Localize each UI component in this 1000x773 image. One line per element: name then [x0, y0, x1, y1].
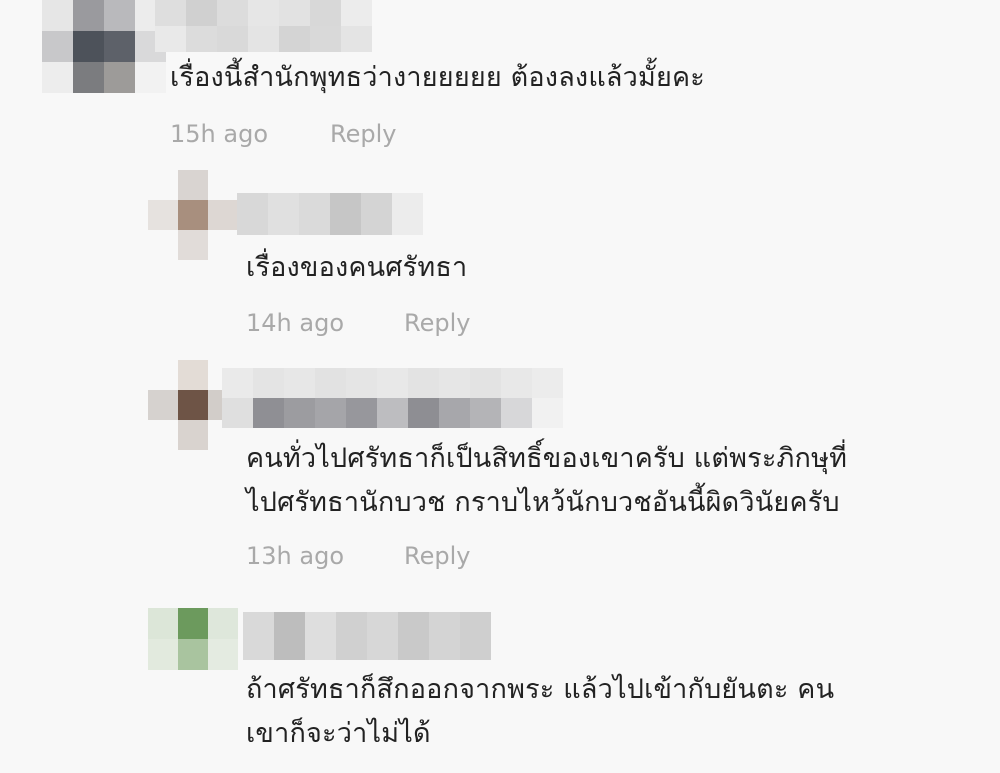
- comment-timestamp: 13h ago: [246, 542, 345, 570]
- comment-1: เรื่องนี้สำนักพุทธว่างายยยยย ต้องลงแล้วม…: [0, 0, 1000, 160]
- username-redacted[interactable]: [155, 0, 372, 52]
- avatar[interactable]: [148, 608, 238, 670]
- reply-button[interactable]: Reply: [330, 120, 396, 148]
- comment-timestamp: 14h ago: [246, 309, 345, 337]
- comment-text: เรื่องนี้สำนักพุทธว่างายยยยย ต้องลงแล้วม…: [170, 62, 706, 93]
- username-redacted[interactable]: [237, 193, 423, 235]
- comment-3: คนทั่วไปศรัทธาก็เป็นสิทธิ์ของเขาครับ แต่…: [0, 355, 1000, 590]
- username-redacted[interactable]: [243, 612, 491, 660]
- comment-text-line-2: ไปศรัทธานักบวช กราบไหว้นักบวชอันนี้ผิดวิ…: [246, 487, 840, 518]
- comment-text-line-1: คนทั่วไปศรัทธาก็เป็นสิทธิ์ของเขาครับ แต่…: [246, 443, 848, 474]
- comment-timestamp: 15h ago: [170, 120, 269, 148]
- reply-button[interactable]: Reply: [404, 542, 470, 570]
- avatar[interactable]: [148, 170, 238, 260]
- avatar[interactable]: [42, 0, 166, 93]
- comment-text-line-1: ถ้าศรัทธาก็สึกออกจากพระ แล้วไปเข้ากับยัน…: [246, 674, 835, 705]
- username-redacted[interactable]: [222, 368, 563, 428]
- reply-button[interactable]: Reply: [404, 309, 470, 337]
- comment-text-line-2: เขาก็จะว่าไม่ได้: [246, 718, 431, 749]
- comment-2: เรื่องของคนศรัทธา 14h ago Reply: [0, 160, 1000, 345]
- comment-text: เรื่องของคนศรัทธา: [246, 252, 468, 283]
- comment-4: ถ้าศรัทธาก็สึกออกจากพระ แล้วไปเข้ากับยัน…: [0, 600, 1000, 773]
